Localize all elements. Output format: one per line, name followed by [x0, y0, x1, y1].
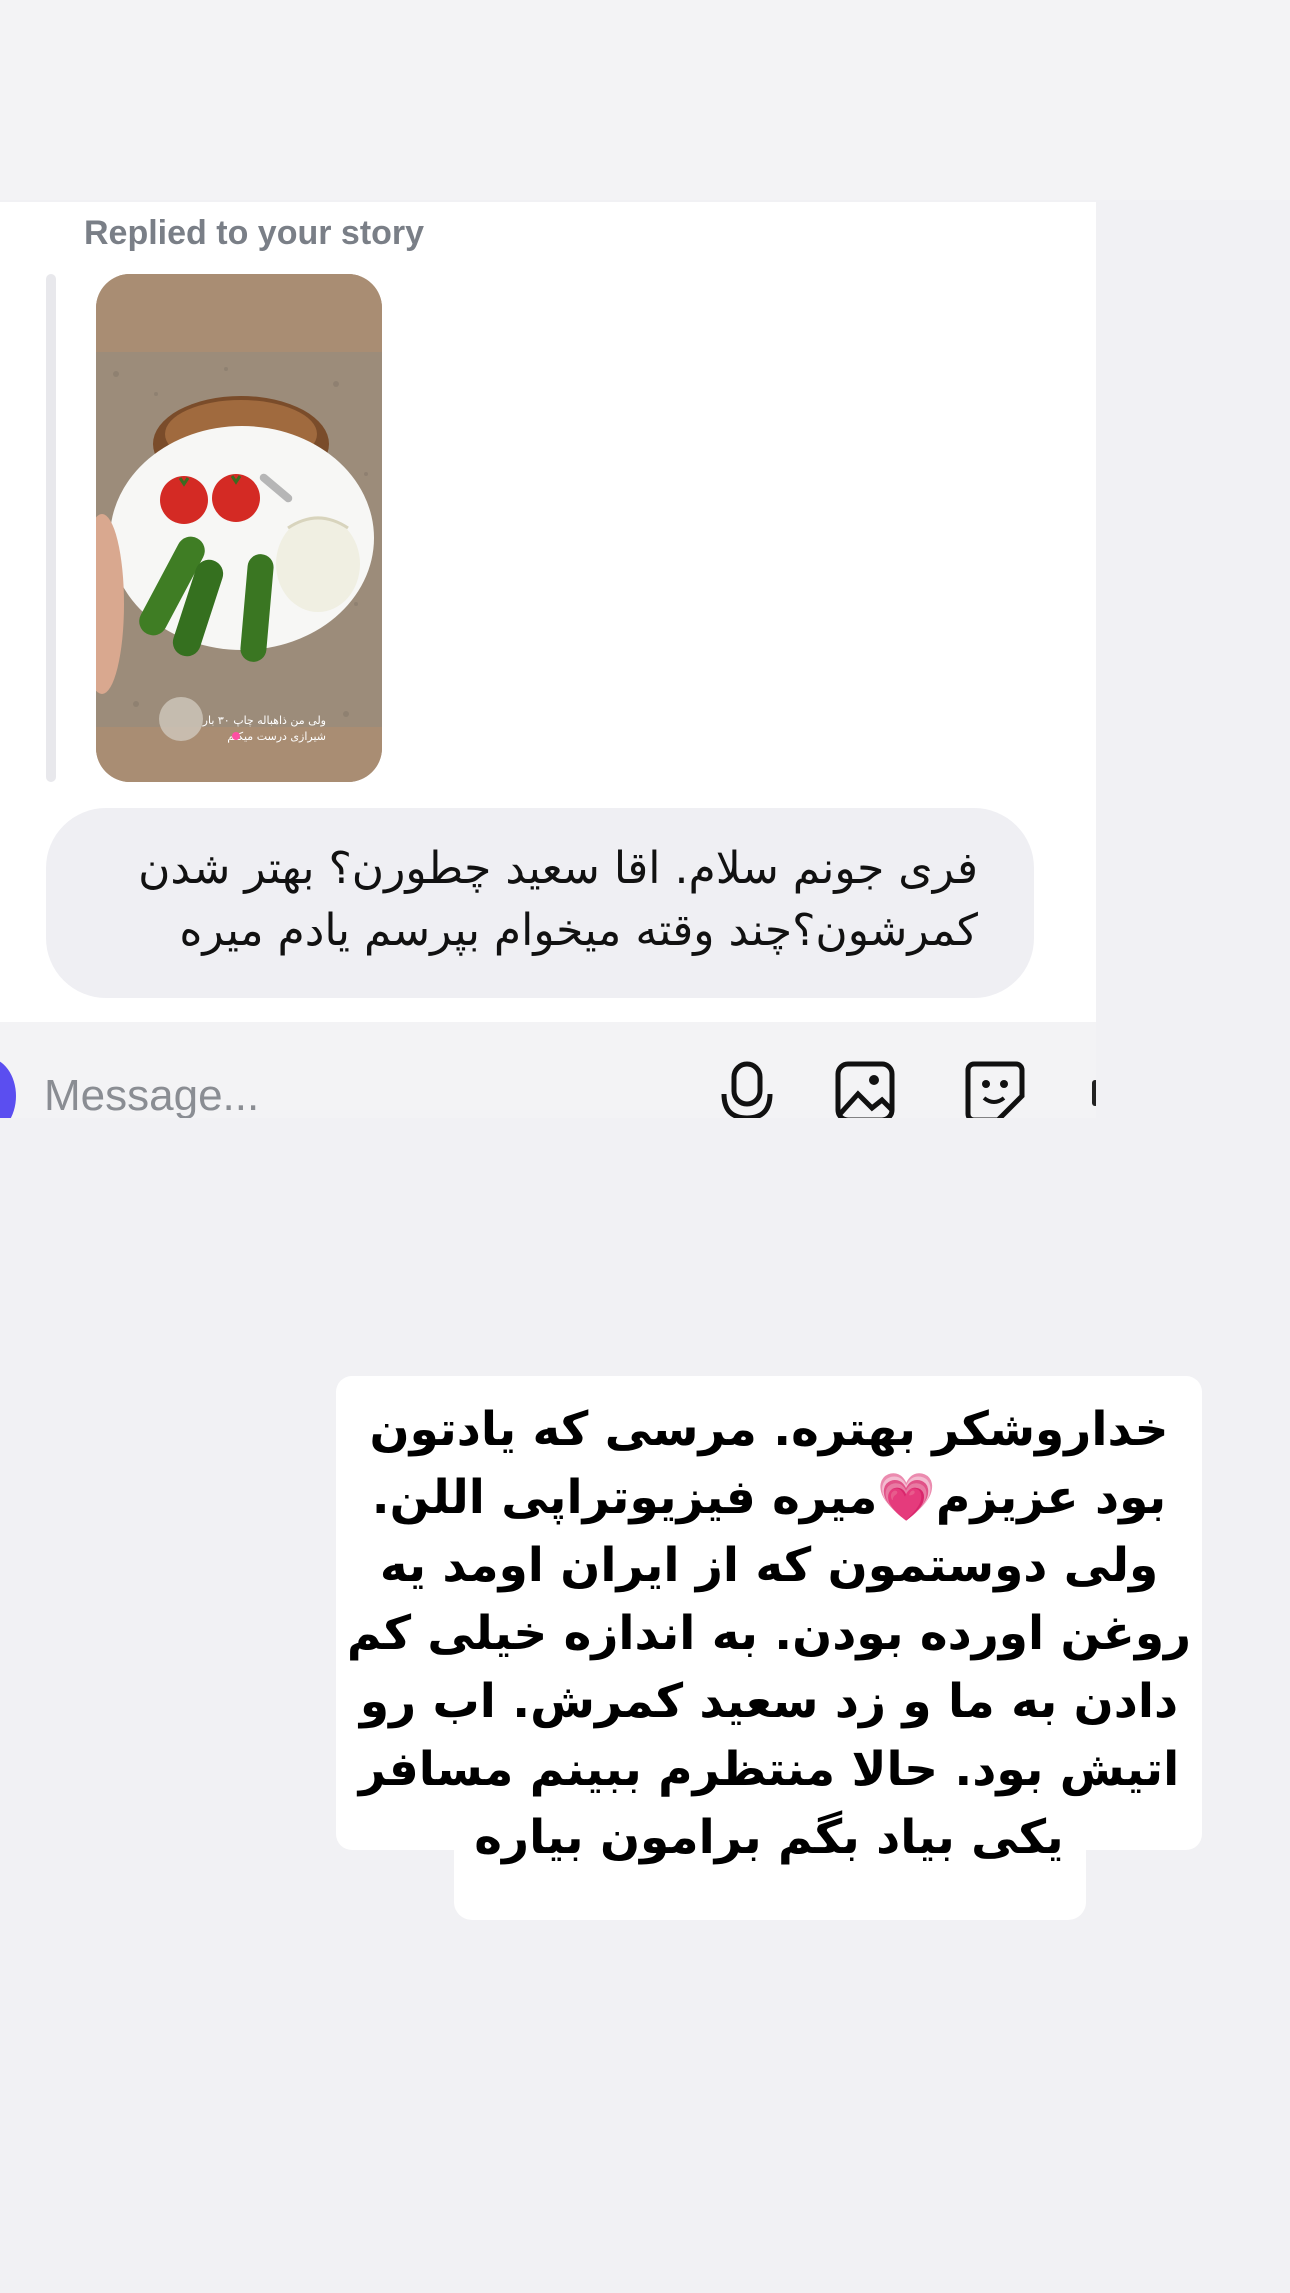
- reply-indicator-bar: [46, 274, 56, 782]
- story-overlay-text-2: شیرازی درست میکنم: [227, 730, 326, 743]
- message-composer: [0, 1022, 1096, 1118]
- story-thumbnail[interactable]: ولی من ذاهباله چاپ ۳۰ بار شیرازی درست می…: [96, 274, 382, 782]
- caption-text: خداروشکر بهتره. مرسی که یادتون بود عزیزم…: [346, 1402, 1192, 1865]
- dm-screenshot-card: Replied to your story ولی من ذاهباله چاپ…: [0, 202, 1096, 1022]
- message-bubble[interactable]: فری جونم سلام. اقا سعید چطورن؟ بهتر شدن …: [46, 808, 1034, 998]
- story-image: ولی من ذاهباله چاپ ۳۰ بار شیرازی درست می…: [96, 274, 382, 782]
- sticker-icon[interactable]: [964, 1058, 1026, 1118]
- camera-icon[interactable]: [0, 1058, 16, 1118]
- composer-edge: [1092, 1080, 1096, 1106]
- story-top-area: [0, 0, 1290, 200]
- message-input[interactable]: [44, 1066, 544, 1118]
- story-overlay-text: ولی من ذاهباله چاپ ۳۰ بار: [202, 714, 326, 727]
- microphone-icon[interactable]: [716, 1058, 778, 1118]
- replied-to-story-label: Replied to your story: [84, 214, 425, 252]
- gallery-icon[interactable]: [834, 1058, 896, 1118]
